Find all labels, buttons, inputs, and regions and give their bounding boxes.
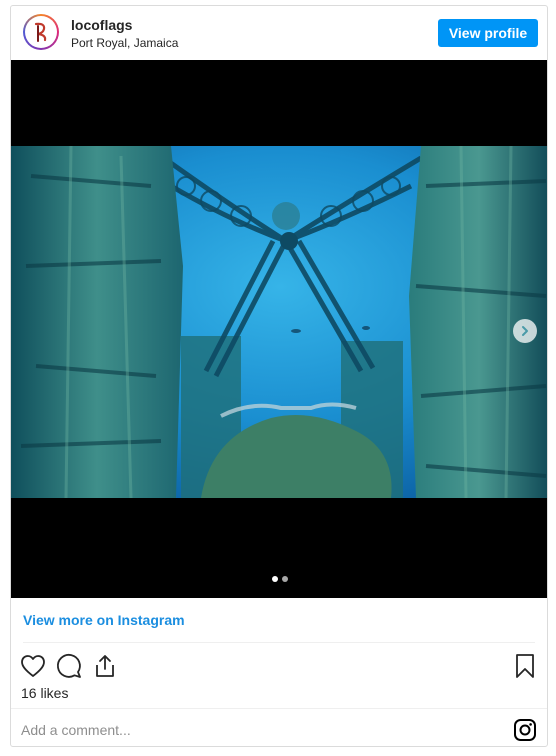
post-media[interactable] [11, 60, 547, 598]
divider [11, 708, 547, 709]
username[interactable]: locoflags [71, 17, 132, 33]
heart-icon[interactable] [19, 652, 47, 680]
comment-input[interactable]: Add a comment... [21, 722, 131, 738]
share-icon[interactable] [91, 652, 119, 680]
post-header: locoflags Port Royal, Jamaica View profi… [11, 6, 547, 60]
location[interactable]: Port Royal, Jamaica [71, 36, 178, 50]
flag-logo-icon [27, 18, 55, 46]
carousel-dot-active [272, 576, 278, 582]
instagram-embed-card: locoflags Port Royal, Jamaica View profi… [10, 5, 548, 747]
carousel-indicators [11, 576, 547, 582]
next-slide-button[interactable] [513, 319, 537, 343]
bookmark-icon[interactable] [511, 652, 539, 680]
likes-count[interactable]: 16 likes [21, 685, 68, 701]
divider [23, 642, 535, 643]
view-profile-button[interactable]: View profile [438, 19, 538, 47]
comment-bubble-icon[interactable] [55, 652, 83, 680]
instagram-icon[interactable] [513, 718, 537, 742]
avatar[interactable] [23, 14, 59, 50]
view-more-link[interactable]: View more on Instagram [23, 612, 185, 628]
chevron-right-icon [522, 326, 528, 336]
action-bar [11, 648, 547, 688]
underwater-ruins-photo [11, 146, 547, 498]
carousel-dot [282, 576, 288, 582]
